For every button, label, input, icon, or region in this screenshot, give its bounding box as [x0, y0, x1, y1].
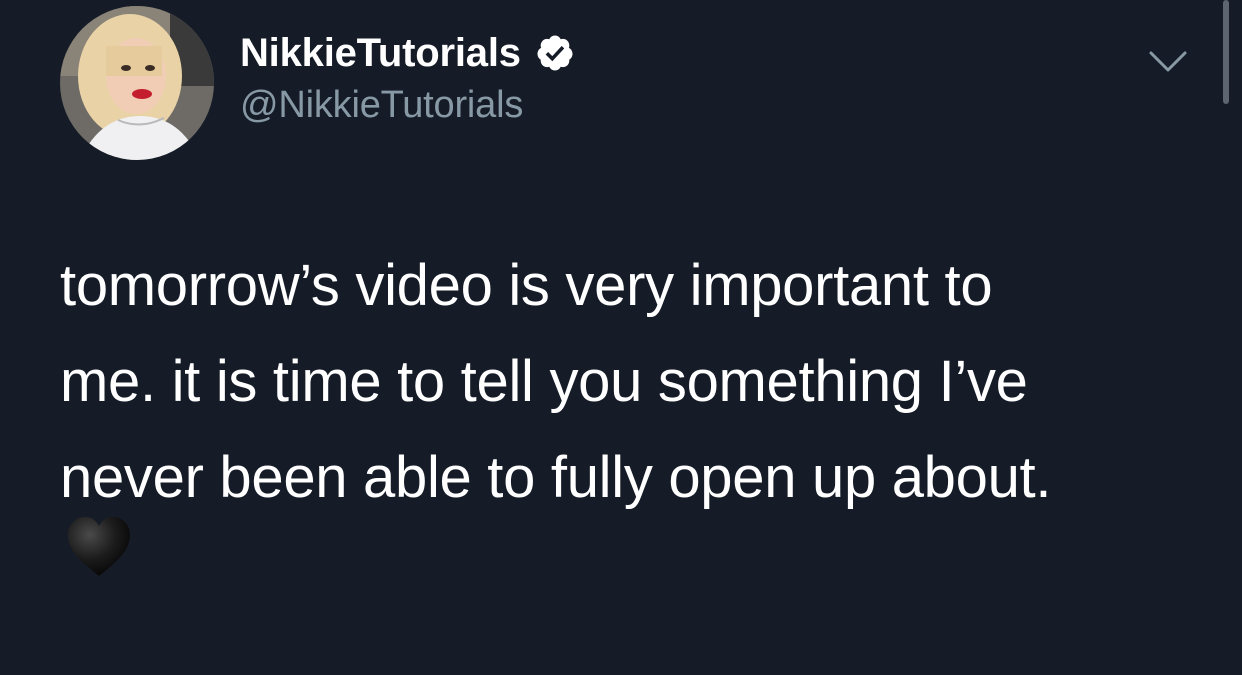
tweet-text-line: never been able to fully open up about. — [60, 445, 1052, 510]
chevron-down-icon[interactable] — [1148, 48, 1188, 76]
user-handle[interactable]: @NikkieTutorials — [240, 84, 575, 127]
tweet-card: NikkieTutorials @NikkieTutorials tomorro… — [0, 0, 1242, 675]
display-name[interactable]: NikkieTutorials — [240, 31, 521, 76]
user-info: NikkieTutorials @NikkieTutorials — [240, 28, 575, 127]
scrollbar[interactable] — [1223, 0, 1229, 104]
black-heart-emoji — [66, 514, 132, 580]
verified-badge-icon — [535, 33, 575, 73]
avatar-photo — [60, 6, 214, 160]
tweet-text-line: tomorrow’s video is very important to — [60, 253, 993, 318]
name-row: NikkieTutorials — [240, 28, 575, 78]
tweet-text: tomorrow’s video is very important to me… — [60, 238, 1190, 526]
tweet-text-line: me. it is time to tell you something I’v… — [60, 349, 1028, 414]
avatar[interactable] — [60, 6, 214, 160]
